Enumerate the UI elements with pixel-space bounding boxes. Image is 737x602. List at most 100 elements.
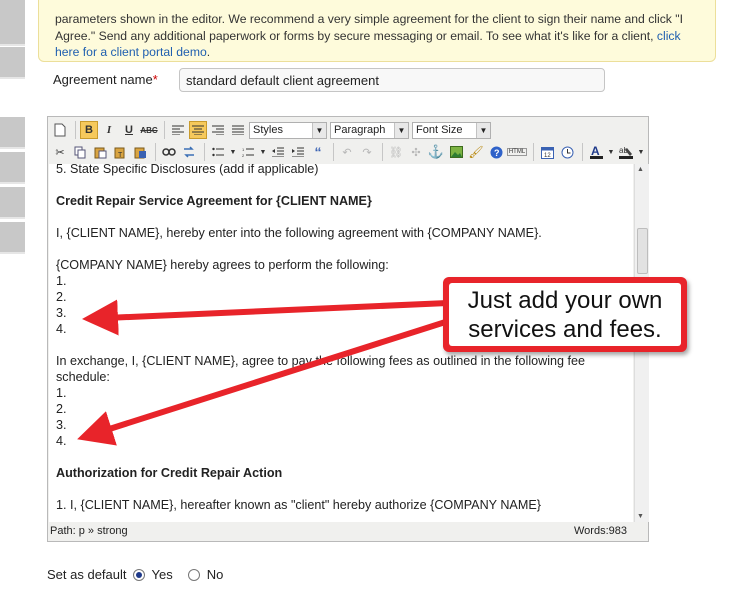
svg-text:?: ? xyxy=(494,148,500,158)
svg-text:T: T xyxy=(118,152,123,159)
find-icon[interactable] xyxy=(160,143,178,161)
chevron-down-icon[interactable]: ▼ xyxy=(229,143,237,161)
editor-blank-line xyxy=(56,177,616,193)
notice-line-2: Agree." Send any additional paperwork or… xyxy=(55,28,703,45)
toolbar-separator xyxy=(204,143,205,161)
client-demo-link[interactable]: here for a client portal demo xyxy=(55,45,207,59)
align-center-icon[interactable] xyxy=(189,121,207,139)
chevron-down-icon[interactable]: ▼ xyxy=(259,143,267,161)
sidebar-block[interactable] xyxy=(0,47,25,79)
paragraph-dropdown[interactable]: Paragraph ▼ xyxy=(330,121,409,139)
yes-radio[interactable] xyxy=(132,568,145,581)
paste-icon[interactable] xyxy=(91,143,109,161)
unlink-icon[interactable]: ✣ xyxy=(407,143,425,161)
toolbar-row-1: B I U ABC Styles ▼ Paragraph ▼ Font Size… xyxy=(51,119,494,141)
sidebar-block[interactable] xyxy=(0,152,25,184)
list-item: 1. xyxy=(56,386,67,400)
list-item: 2. xyxy=(56,402,67,416)
notice-line-3: here for a client portal demo. xyxy=(55,44,703,61)
agreement-name-label-text: Agreement name xyxy=(53,72,153,87)
chevron-down-icon[interactable]: ▼ xyxy=(607,143,615,161)
toolbar-row-2: ✂ T ▼ 12 ▼ “ ↶ ↷ ⛓ ✣ ⚓ 🖌 ? HTML 12 A ▼ a… xyxy=(51,141,647,163)
align-left-icon[interactable] xyxy=(169,121,187,139)
anchor-icon[interactable]: ⚓ xyxy=(427,143,445,161)
copy-icon[interactable] xyxy=(71,143,89,161)
numbered-list-icon[interactable]: 12 xyxy=(239,143,257,161)
cleanup-icon[interactable]: 🖌 xyxy=(467,143,485,161)
toolbar-separator xyxy=(333,143,334,161)
toolbar-separator xyxy=(155,143,156,161)
scrollbar-thumb[interactable] xyxy=(637,228,648,274)
scroll-up-icon[interactable]: ▲ xyxy=(637,166,644,173)
strikethrough-button[interactable]: ABC xyxy=(140,121,158,139)
list-item: 4. xyxy=(56,434,67,448)
align-justify-icon[interactable] xyxy=(229,121,247,139)
chevron-down-icon: ▼ xyxy=(476,122,490,138)
client-demo-link-start[interactable]: click xyxy=(657,29,681,43)
editor-status-bar: Path: p » strong Words:983 xyxy=(49,524,647,540)
info-notice: parameters shown in the editor. We recom… xyxy=(38,0,716,62)
bold-button[interactable]: B xyxy=(80,121,98,139)
callout-line-2: services and fees. xyxy=(468,316,662,343)
paste-text-icon[interactable]: T xyxy=(111,143,129,161)
element-path: Path: p » strong xyxy=(50,525,128,537)
chevron-down-icon[interactable]: ▼ xyxy=(637,143,645,161)
italic-button[interactable]: I xyxy=(100,121,118,139)
callout-text-box: Just add your own services and fees. xyxy=(449,283,681,346)
toolbar-separator xyxy=(164,121,165,139)
authorization-heading: Authorization for Credit Repair Action xyxy=(56,465,616,481)
image-icon[interactable] xyxy=(447,143,465,161)
undo-icon[interactable]: ↶ xyxy=(338,143,356,161)
editor-line: In exchange, I, {CLIENT NAME}, agree to … xyxy=(56,354,586,384)
redo-icon[interactable]: ↷ xyxy=(358,143,376,161)
editor-line: 5. State Specific Disclosures (add if ap… xyxy=(56,164,319,176)
agreement-name-input[interactable] xyxy=(179,68,605,92)
list-item: 3. xyxy=(56,418,67,432)
editor-line: {COMPANY NAME} hereby agrees to perform … xyxy=(56,258,389,272)
no-label[interactable]: No xyxy=(207,567,224,582)
heading-text: Authorization for Credit Repair Action xyxy=(56,466,283,480)
insert-date-icon[interactable]: 12 xyxy=(538,143,556,161)
underline-button[interactable]: U xyxy=(120,121,138,139)
indent-icon[interactable] xyxy=(289,143,307,161)
svg-text:12: 12 xyxy=(544,153,551,159)
replace-icon[interactable] xyxy=(180,143,198,161)
font-size-dropdown-label: Font Size xyxy=(416,124,463,136)
styles-dropdown[interactable]: Styles ▼ xyxy=(249,121,327,139)
left-sidebar xyxy=(0,0,25,602)
toolbar-separator xyxy=(382,143,383,161)
new-document-icon[interactable] xyxy=(51,121,69,139)
background-color-icon[interactable]: ab xyxy=(617,143,635,161)
insert-time-icon[interactable] xyxy=(558,143,576,161)
blockquote-icon[interactable]: “ xyxy=(309,143,327,161)
font-size-dropdown[interactable]: Font Size ▼ xyxy=(412,121,491,139)
paragraph-dropdown-label: Paragraph xyxy=(334,124,386,136)
html-source-icon[interactable]: HTML xyxy=(506,143,528,161)
scroll-down-icon[interactable]: ▼ xyxy=(637,513,644,520)
link-icon[interactable]: ⛓ xyxy=(387,143,405,161)
notice-text: Agree." Send any additional paperwork or… xyxy=(55,28,654,43)
sidebar-block[interactable] xyxy=(0,117,25,149)
paste-word-icon[interactable] xyxy=(131,143,149,161)
sidebar-block[interactable] xyxy=(0,187,25,219)
editor-line: 1. I, {CLIENT NAME}, hereafter known as … xyxy=(56,498,541,512)
help-icon[interactable]: ? xyxy=(487,143,505,161)
align-right-icon[interactable] xyxy=(209,121,227,139)
sidebar-block[interactable] xyxy=(0,0,25,46)
editor-blank-line xyxy=(56,209,616,225)
sidebar-block[interactable] xyxy=(0,222,25,254)
editor-blank-line xyxy=(56,481,616,497)
no-radio[interactable] xyxy=(187,568,200,581)
text-color-icon[interactable]: A xyxy=(587,143,605,161)
cut-icon[interactable]: ✂ xyxy=(51,143,69,161)
editor-line: I, {CLIENT NAME}, hereby enter into the … xyxy=(56,226,542,240)
outdent-icon[interactable] xyxy=(269,143,287,161)
set-default-row: Set as default Yes No xyxy=(47,567,223,582)
bullet-list-icon[interactable] xyxy=(209,143,227,161)
toolbar-separator xyxy=(533,143,534,161)
editor-blank-line xyxy=(56,241,616,257)
notice-period: . xyxy=(206,45,211,59)
chevron-down-icon: ▼ xyxy=(312,122,326,138)
styles-dropdown-label: Styles xyxy=(253,124,283,136)
yes-label[interactable]: Yes xyxy=(152,567,173,582)
